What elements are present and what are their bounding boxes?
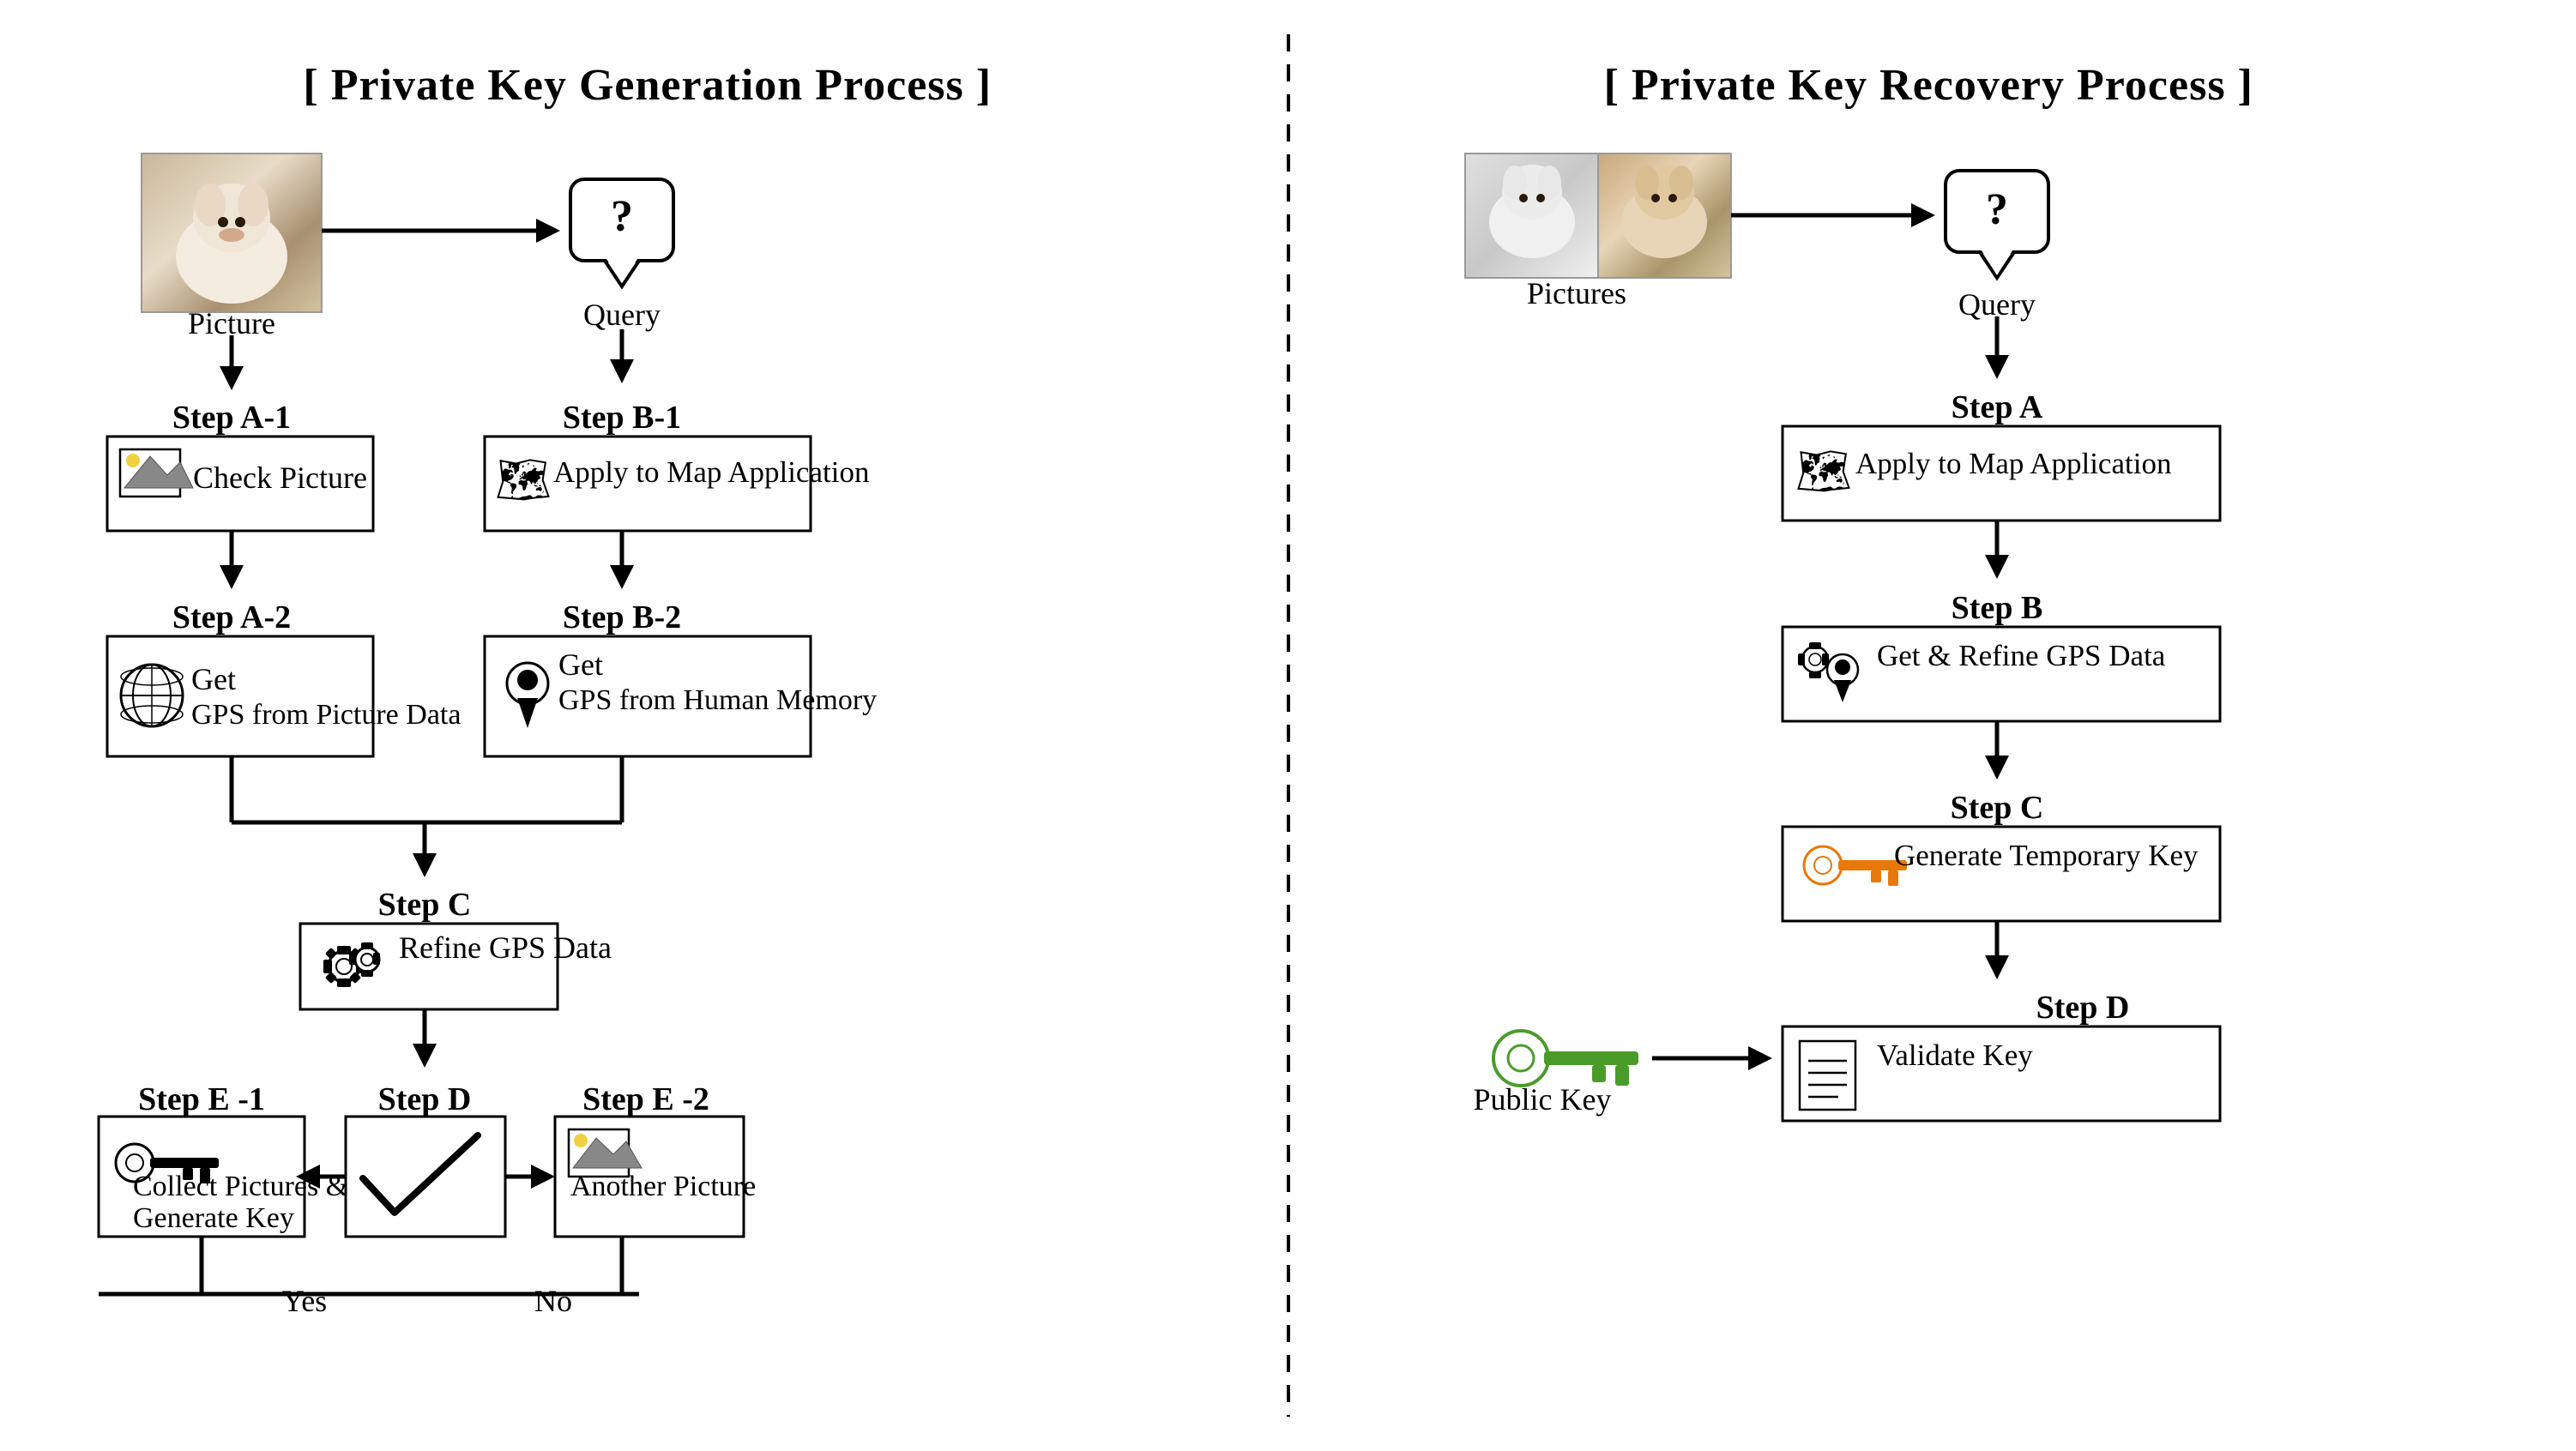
panel-divider — [1287, 34, 1290, 1417]
left-title: [ Private Key Generation Process ] — [303, 60, 992, 111]
step-b2-text-line1: Get — [558, 647, 603, 682]
step-a2-text-line2: GPS from Picture Data — [191, 699, 461, 731]
step-a1-label: Step A-1 — [172, 400, 291, 436]
left-query-label: Query — [583, 298, 661, 332]
svg-text:?: ? — [611, 192, 633, 241]
no-label: No — [534, 1284, 572, 1318]
step-a2-text-line1: Get — [191, 662, 236, 696]
right-panel: [ Private Key Recovery Process ] Picture… — [1299, 34, 2560, 1417]
step-e2-text: Another Picture — [570, 1171, 756, 1202]
right-diagram-svg: Pictures ? Query Step A 🗺 Apply to Map A… — [1414, 145, 2443, 1388]
right-step-a-label: Step A — [1952, 389, 2043, 425]
right-step-b-label: Step B — [1952, 590, 2043, 626]
yes-label: Yes — [282, 1284, 327, 1318]
right-step-c-label: Step C — [1951, 790, 2044, 826]
pictures-label: Pictures — [1527, 276, 1626, 310]
right-step-d-text: Validate Key — [1877, 1039, 2033, 1072]
step-e1-text-line2: Generate Key — [133, 1202, 294, 1234]
left-panel: [ Private Key Generation Process ] — [17, 34, 1278, 1417]
step-b2-label: Step B-2 — [563, 599, 681, 635]
map-icon-b1: 🗺 — [495, 456, 552, 505]
step-b2-text-line2: GPS from Human Memory — [558, 684, 877, 716]
step-a1-text: Check Picture — [193, 461, 367, 495]
right-step-b-text: Get & Refine GPS Data — [1877, 639, 2166, 672]
step-c-text: Refine GPS Data — [399, 930, 612, 965]
right-step-d-label: Step D — [2036, 990, 2130, 1026]
svg-text:?: ? — [1986, 185, 2008, 234]
step-e2-label: Step E -2 — [582, 1081, 709, 1117]
step-e1-label: Step E -1 — [138, 1081, 265, 1117]
step-b1-text: Apply to Map Application — [553, 455, 869, 489]
step-a2-label: Step A-2 — [172, 599, 291, 635]
map-icon-a: 🗺 — [1795, 448, 1852, 497]
right-step-a-text: Apply to Map Application — [1855, 447, 2171, 480]
right-title: [ Private Key Recovery Process ] — [1604, 60, 2253, 111]
step-d-label: Step D — [377, 1081, 471, 1117]
public-key-label: Public Key — [1474, 1082, 1612, 1117]
right-step-c-text: Generate Temporary Key — [1894, 839, 2199, 872]
step-b1-label: Step B-1 — [563, 400, 681, 436]
step-c-label: Step C — [377, 887, 471, 923]
left-diagram-svg: Picture ? Query Step A-1 Check Pictur — [90, 145, 1205, 1388]
main-container: [ Private Key Generation Process ] — [0, 0, 2576, 1451]
